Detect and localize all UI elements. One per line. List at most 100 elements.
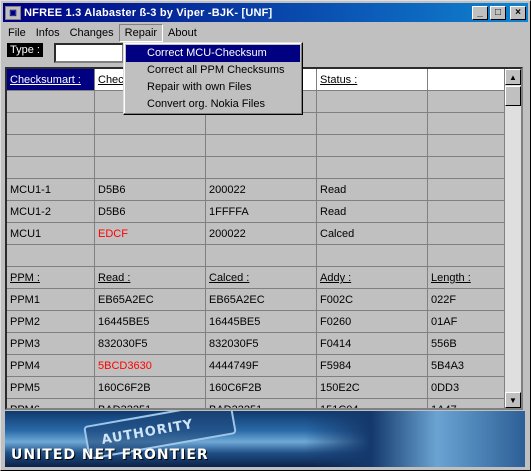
grid-cell[interactable]: F5984 [317,355,428,377]
banner-image: AUTHORITY UNITED NET FRONTIER [5,411,525,467]
close-button[interactable]: × [510,5,526,20]
grid-cell[interactable]: MCU1 [7,223,95,245]
grid-cell[interactable] [428,157,505,179]
minimize-button[interactable]: _ [472,5,488,20]
grid-cell[interactable]: 4444749F [206,355,317,377]
grid-cell[interactable]: MCU1-1 [7,179,95,201]
grid-cell[interactable]: 160C6F2B [95,377,206,399]
grid-cell[interactable]: 832030F5 [206,333,317,355]
grid-cell[interactable]: Read [317,201,428,223]
grid-cell[interactable]: 200022 [206,179,317,201]
scroll-down-button[interactable]: ▼ [505,392,521,408]
grid-cell[interactable] [95,157,206,179]
grid-cell[interactable]: D5B6 [95,201,206,223]
grid-cell[interactable]: 151C04 [317,399,428,408]
grid-cell[interactable]: 150E2C [317,377,428,399]
grid-cell[interactable] [7,113,95,135]
grid-cell[interactable]: 200022 [206,223,317,245]
header-cell[interactable]: Status : [317,69,428,91]
grid-cell[interactable]: PPM6 [7,399,95,408]
ppm-header-cell[interactable]: Length : [428,267,505,289]
grid-cell[interactable]: PPM4 [7,355,95,377]
grid-cell[interactable]: 1FFFFA [206,201,317,223]
grid-cell[interactable] [206,113,317,135]
grid-cell[interactable]: 5B4A3 [428,355,505,377]
grid-cell[interactable]: EB65A2EC [206,289,317,311]
checksum-grid[interactable]: Checksumart : Check Status : MCU1-1 D5B6 [5,67,523,410]
grid-cell[interactable]: PPM3 [7,333,95,355]
scroll-thumb[interactable] [505,86,521,106]
grid-cell[interactable]: 01AF [428,311,505,333]
grid-cell[interactable]: EB65A2EC [95,289,206,311]
grid-cell[interactable]: F0414 [317,333,428,355]
grid-cell[interactable] [95,113,206,135]
grid-cell[interactable]: 556B [428,333,505,355]
grid-cell[interactable]: MCU1-2 [7,201,95,223]
ppm-header-cell[interactable]: Calced : [206,267,317,289]
grid-cell[interactable] [317,157,428,179]
grid-cell[interactable]: 16445BE5 [206,311,317,333]
title-bar[interactable]: ▣ NFREE 1.3 Alabaster ß-3 by Viper -BJK-… [3,3,528,22]
grid-cell[interactable] [428,91,505,113]
scroll-up-button[interactable]: ▲ [505,69,521,85]
grid-cell[interactable]: F002C [317,289,428,311]
type-input[interactable] [54,43,124,63]
menu-item-repair-with-own-files[interactable]: Repair with own Files [126,79,300,96]
menu-about[interactable]: About [163,24,202,42]
grid-cell[interactable] [428,223,505,245]
grid-cell[interactable]: PPM2 [7,311,95,333]
grid-cell[interactable]: 1A47 [428,399,505,408]
grid-cell[interactable]: F0260 [317,311,428,333]
grid-cell[interactable] [206,157,317,179]
grid-cell[interactable] [317,91,428,113]
grid-cell[interactable]: 0DD3 [428,377,505,399]
ppm-header-cell[interactable]: PPM : [7,267,95,289]
grid-cell[interactable]: PPM5 [7,377,95,399]
grid-cell[interactable]: BAD33251 [95,399,206,408]
grid-cell-mismatch[interactable]: EDCF [95,223,206,245]
ppm-row: PPM4 5BCD3630 4444749F F5984 5B4A3 [7,355,505,377]
header-cell[interactable]: Checksumart : [7,69,95,91]
grid-cell-mismatch[interactable]: 5BCD3630 [95,355,206,377]
ppm-row: PPM3 832030F5 832030F5 F0414 556B [7,333,505,355]
grid-cell[interactable] [317,135,428,157]
menu-item-correct-all-ppm-checksums[interactable]: Correct all PPM Checksums [126,62,300,79]
grid-cell[interactable] [7,245,95,267]
vertical-scrollbar[interactable]: ▲ ▼ [505,69,521,408]
menu-changes[interactable]: Changes [65,24,119,42]
grid-cell[interactable] [428,201,505,223]
grid-cell[interactable]: PPM1 [7,289,95,311]
arrow-up-icon: ▲ [509,72,517,82]
grid-cell[interactable]: 160C6F2B [206,377,317,399]
grid-cell[interactable]: Calced [317,223,428,245]
menu-infos[interactable]: Infos [31,24,65,42]
grid-cell[interactable] [7,91,95,113]
grid-cell[interactable] [206,135,317,157]
ppm-header-cell[interactable]: Addy : [317,267,428,289]
ppm-header-cell[interactable]: Read : [95,267,206,289]
grid-cell[interactable] [428,179,505,201]
grid-cell[interactable] [428,135,505,157]
grid-cell[interactable] [7,135,95,157]
menu-repair[interactable]: Repair [118,23,164,42]
grid-cell[interactable]: Read [317,179,428,201]
grid-cell[interactable] [7,157,95,179]
grid-cell[interactable] [428,245,505,267]
grid-cell[interactable]: BAD33251 [206,399,317,408]
grid-cell[interactable]: 16445BE5 [95,311,206,333]
grid-cell[interactable]: 832030F5 [95,333,206,355]
app-icon[interactable]: ▣ [5,5,21,20]
grid-cell[interactable] [317,245,428,267]
grid-cell[interactable] [206,245,317,267]
grid-cell[interactable] [95,245,206,267]
grid-cell[interactable] [317,113,428,135]
menu-item-convert-nokia-files[interactable]: Convert org. Nokia Files [126,96,300,113]
menu-file[interactable]: File [3,24,31,42]
maximize-button[interactable]: □ [490,5,506,20]
grid-cell[interactable]: D5B6 [95,179,206,201]
grid-cell[interactable] [95,135,206,157]
header-cell[interactable] [428,69,505,91]
grid-cell[interactable]: 022F [428,289,505,311]
menu-item-correct-mcu-checksum[interactable]: Correct MCU-Checksum [126,45,300,62]
grid-cell[interactable] [428,113,505,135]
